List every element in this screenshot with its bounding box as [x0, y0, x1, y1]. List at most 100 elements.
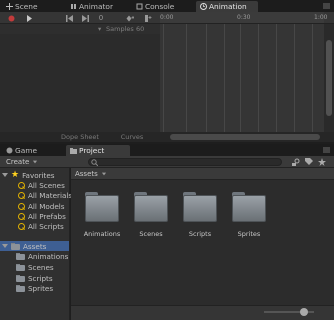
animator-icon — [70, 3, 77, 10]
timeline-gridline — [206, 24, 207, 132]
asset-folder-scripts[interactable] — [182, 188, 218, 228]
tree-item-sprites[interactable]: Sprites — [16, 283, 53, 293]
dopesheet-button[interactable]: Dope Sheet — [60, 133, 100, 141]
timeline-area[interactable] — [160, 24, 324, 132]
tab-menu-icon[interactable] — [323, 3, 330, 11]
folder-icon — [16, 263, 25, 271]
timeline-gridline — [276, 24, 277, 132]
breadcrumb: Assets — [71, 168, 334, 180]
tree-item-all-prefabs[interactable]: All Prefabs — [18, 211, 66, 221]
timeline-gridline — [163, 24, 164, 132]
favorite-star-icon[interactable] — [318, 158, 326, 168]
asset-folder-scenes[interactable] — [133, 188, 169, 228]
timeline-gridline — [258, 24, 259, 132]
favorites-label: Favorites — [22, 170, 55, 180]
folder-icon — [85, 192, 119, 222]
asset-label: Sprites — [237, 230, 261, 238]
tree-item-animations[interactable]: Animations — [16, 251, 68, 261]
samples-row: ▾ Samples 60 — [0, 24, 160, 34]
tree-item-all-scenes[interactable]: All Scenes — [18, 180, 65, 190]
add-keyframe-icon — [126, 15, 134, 21]
tree-item-scripts[interactable]: Scripts — [16, 273, 53, 283]
tab-label: Game — [15, 146, 38, 155]
play-button[interactable] — [24, 13, 34, 23]
tree-item-label: All Prefabs — [28, 211, 66, 221]
tree-item-label: All Scenes — [28, 180, 65, 190]
console-icon — [136, 3, 143, 10]
tree-item-scenes[interactable]: Scenes — [16, 262, 54, 272]
timeline-gridline — [294, 24, 295, 132]
timeline-horizontal-scrollbar[interactable] — [170, 134, 320, 140]
asset-folder-sprites[interactable] — [231, 188, 267, 228]
tree-item-label: All Scripts — [28, 221, 64, 231]
add-keyframe-button[interactable] — [124, 13, 136, 23]
asset-label: Scripts — [188, 230, 212, 238]
search-filter-icon — [18, 222, 25, 230]
tab-label: Animator — [79, 2, 113, 11]
lower-tab-bar: Game Project — [0, 144, 334, 156]
record-button[interactable] — [6, 13, 16, 23]
prev-key-button[interactable] — [64, 13, 74, 23]
samples-icon: ▾ — [98, 25, 102, 33]
frame-field[interactable]: 0 — [94, 13, 108, 23]
folder-icon — [16, 252, 25, 260]
add-event-button[interactable] — [142, 13, 154, 23]
breadcrumb-assets[interactable]: Assets — [75, 170, 107, 178]
folder-icon — [11, 242, 20, 250]
folder-icon — [232, 192, 266, 222]
folder-icon — [16, 274, 25, 282]
asset-label: Animations — [83, 230, 121, 238]
tab-scene[interactable]: Scene — [2, 1, 62, 12]
tab-animation[interactable]: Animation — [196, 1, 258, 12]
ruler-tick: 0:30 — [237, 14, 251, 21]
expand-triangle-icon[interactable] — [2, 173, 8, 177]
scrollbar-thumb[interactable] — [326, 40, 332, 116]
tree-item-label: All Models — [28, 201, 65, 211]
samples-label: Samples — [106, 25, 134, 33]
tree-item-label: Assets — [23, 241, 47, 251]
tab-game[interactable]: Game — [2, 145, 58, 156]
tab-console[interactable]: Console — [132, 1, 192, 12]
folder-icon — [183, 192, 217, 222]
timeline-gridline — [224, 24, 225, 132]
tab-menu-icon[interactable] — [323, 147, 330, 155]
curves-button[interactable]: Curves — [112, 133, 152, 141]
create-dropdown[interactable]: Create — [6, 158, 38, 166]
filter-by-type-icon[interactable] — [292, 158, 300, 168]
tab-project[interactable]: Project — [66, 145, 130, 156]
search-filter-icon — [18, 202, 25, 210]
asset-label: Scenes — [139, 230, 163, 238]
favorites-header[interactable]: ★ Favorites — [2, 170, 55, 180]
tree-item-all-scripts[interactable]: All Scripts — [18, 221, 64, 231]
tree-item-label: All Materials — [28, 190, 73, 200]
tab-label: Animation — [209, 2, 247, 11]
game-icon — [6, 147, 13, 154]
samples-field[interactable]: 60 — [136, 25, 144, 33]
timeline-gridline — [312, 24, 313, 132]
scene-icon — [6, 3, 13, 10]
create-label: Create — [6, 158, 30, 166]
tree-item-all-materials[interactable]: All Materials — [18, 190, 72, 200]
tree-item-assets[interactable]: Assets — [0, 241, 69, 251]
tree-item-all-models[interactable]: All Models — [18, 201, 65, 211]
tab-label: Scene — [15, 2, 38, 11]
folder-icon — [134, 192, 168, 222]
asset-folder-animations[interactable] — [84, 188, 120, 228]
next-key-icon — [81, 14, 89, 22]
add-event-icon — [145, 14, 152, 22]
tab-animator[interactable]: Animator — [66, 1, 128, 12]
search-filter-icon — [18, 212, 25, 220]
project-icon — [70, 147, 77, 154]
search-filter-icon — [18, 191, 25, 199]
ruler-tick: 1:00 — [314, 14, 328, 21]
search-input[interactable] — [88, 158, 282, 166]
filter-by-label-icon[interactable] — [305, 158, 313, 168]
tree-item-label: Scripts — [28, 273, 53, 283]
slider-handle[interactable] — [300, 308, 308, 316]
timeline-ruler[interactable]: 0:00 0:30 1:00 — [160, 12, 328, 24]
expand-triangle-icon[interactable] — [2, 244, 8, 248]
tree-item-label: Sprites — [28, 283, 54, 293]
editor-tab-bar: Scene Animator Console Animation — [0, 0, 334, 12]
next-key-button[interactable] — [80, 13, 90, 23]
ruler-tick: 0:00 — [160, 14, 174, 21]
